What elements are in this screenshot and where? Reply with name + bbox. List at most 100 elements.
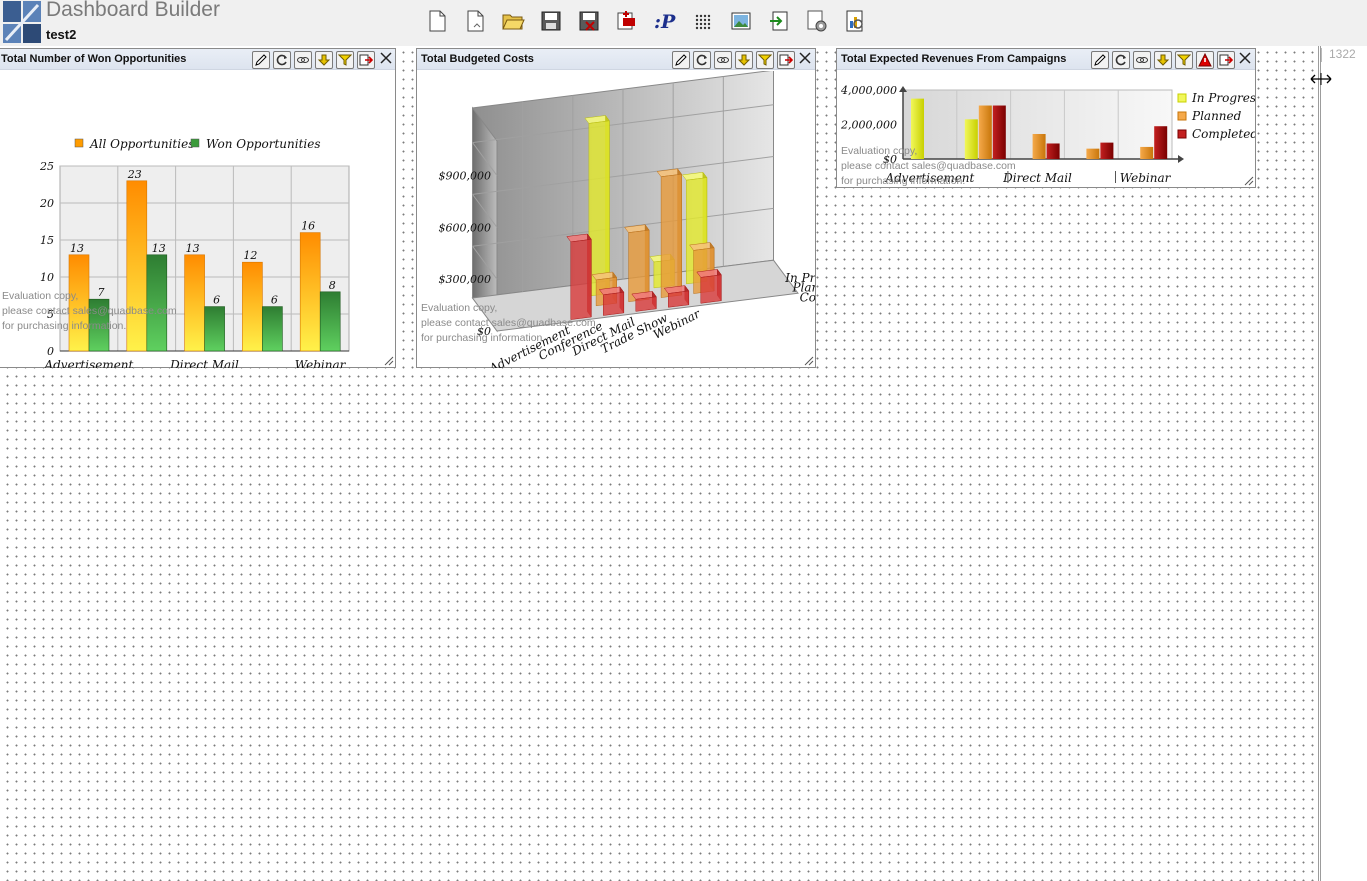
bar <box>635 296 657 312</box>
preview-icon[interactable] <box>842 8 868 34</box>
grid-icon[interactable] <box>690 8 716 34</box>
save-as-icon[interactable] <box>576 8 602 34</box>
bar <box>184 254 205 352</box>
y-tick-label: 20 <box>39 197 54 210</box>
refresh-icon[interactable] <box>273 51 291 69</box>
bar <box>603 291 625 316</box>
close-icon[interactable] <box>1237 50 1253 66</box>
new-icon[interactable] <box>424 8 450 34</box>
chart-panel-expected-revenues[interactable]: Total Expected Revenues From Campaigns $… <box>836 48 1256 188</box>
vertical-ruler[interactable]: 1322 <box>1318 46 1367 881</box>
data-label: 16 <box>301 220 315 233</box>
legend-swatch <box>74 138 84 148</box>
detach-icon[interactable] <box>1217 51 1235 69</box>
parameter-icon[interactable]: :P <box>652 8 678 34</box>
legend-swatch <box>1177 129 1187 139</box>
y-tick-label: 2,000,000 <box>840 119 897 132</box>
bar <box>700 274 722 304</box>
detach-icon[interactable] <box>777 51 795 69</box>
link-icon[interactable] <box>294 51 312 69</box>
bar <box>299 232 321 352</box>
bar <box>668 290 690 308</box>
close-icon[interactable] <box>378 50 394 66</box>
legend-swatch <box>190 138 200 148</box>
save-icon[interactable] <box>538 8 564 34</box>
filter-icon[interactable] <box>1175 51 1193 69</box>
close-icon[interactable] <box>797 50 813 66</box>
evaluation-notice: Evaluation copy, please contact sales@qu… <box>421 302 596 344</box>
ruler-tick <box>1321 48 1324 62</box>
x-tick-label: Advertisement <box>43 358 133 368</box>
panel-title: Total Number of Won Opportunities <box>1 53 187 65</box>
y-tick-label: $600,000 <box>439 221 492 234</box>
bar <box>1046 143 1060 159</box>
panel-header[interactable]: Total Budgeted Costs <box>417 49 815 70</box>
y-tick-label: 10 <box>40 271 54 284</box>
app-header: Dashboard Builder test2 :P <box>0 0 1367 46</box>
drill-down-icon[interactable] <box>1154 51 1172 69</box>
data-label: 6 <box>271 294 278 307</box>
drill-down-icon[interactable] <box>315 51 333 69</box>
settings-icon[interactable] <box>804 8 830 34</box>
legend-label: All Opportunities <box>89 137 194 151</box>
y-tick-label: 15 <box>40 234 54 247</box>
evaluation-notice: Evaluation copy, please contact sales@qu… <box>841 145 1016 187</box>
bar <box>1100 142 1114 159</box>
data-label: 13 <box>152 242 166 255</box>
app-title: Dashboard Builder <box>46 0 220 21</box>
filter-icon[interactable] <box>336 51 354 69</box>
bar <box>1032 133 1046 159</box>
ruler-readout: 1322 <box>1329 47 1356 61</box>
new-from-template-icon[interactable] <box>462 8 488 34</box>
detach-icon[interactable] <box>357 51 375 69</box>
edit-chart-icon[interactable] <box>1091 51 1109 69</box>
bar <box>588 120 610 297</box>
data-label: 23 <box>127 168 142 181</box>
export-icon[interactable] <box>766 8 792 34</box>
data-label: 13 <box>186 242 200 255</box>
data-label: 8 <box>329 279 336 292</box>
data-label: 13 <box>70 242 84 255</box>
drill-down-icon[interactable] <box>735 51 753 69</box>
resize-grip-icon[interactable] <box>804 356 814 366</box>
bar <box>242 261 263 352</box>
evaluation-notice: Evaluation copy, please contact sales@qu… <box>2 290 177 332</box>
refresh-icon[interactable] <box>693 51 711 69</box>
y-tick-label: 0 <box>47 345 54 358</box>
panel-title: Total Expected Revenues From Campaigns <box>841 53 1067 65</box>
chart-panel-won-opportunities[interactable]: Total Number of Won Opportunities All Op… <box>0 48 396 368</box>
legend-label: Planned <box>1191 109 1242 123</box>
y-tick-label: $900,000 <box>439 170 492 183</box>
open-folder-icon[interactable] <box>500 8 526 34</box>
x-tick-label: Direct Mail <box>169 358 239 368</box>
bar <box>1140 146 1154 159</box>
dashboard-builder-window: Dashboard Builder test2 :P 1322 Total Nu… <box>0 0 1367 881</box>
refresh-icon[interactable] <box>1112 51 1130 69</box>
link-icon[interactable] <box>1133 51 1151 69</box>
bar <box>262 306 283 352</box>
bar <box>319 291 341 352</box>
chart-panel-budgeted-costs[interactable]: Total Budgeted Costs $0 $300,000 $600,000 $… <box>416 48 816 368</box>
resize-grip-icon[interactable] <box>384 356 394 366</box>
x-axis-arrow <box>1178 155 1184 163</box>
insert-image-icon[interactable] <box>728 8 754 34</box>
link-icon[interactable] <box>714 51 732 69</box>
add-chart-icon[interactable] <box>614 8 640 34</box>
alert-icon[interactable] <box>1196 51 1214 69</box>
data-label: 6 <box>213 294 220 307</box>
panel-header[interactable]: Total Expected Revenues From Campaigns <box>837 49 1255 70</box>
edit-chart-icon[interactable] <box>252 51 270 69</box>
document-name: test2 <box>46 27 77 42</box>
y-tick-label: $300,000 <box>439 273 492 286</box>
edit-chart-icon[interactable] <box>672 51 690 69</box>
bar <box>660 173 682 298</box>
y-tick-label: 25 <box>39 160 54 173</box>
data-label: 12 <box>243 249 257 262</box>
horizontal-resize-cursor-icon <box>1310 73 1332 85</box>
z-tick-label: Completed <box>800 290 815 304</box>
filter-icon[interactable] <box>756 51 774 69</box>
bar <box>1086 148 1100 159</box>
resize-grip-icon[interactable] <box>1244 176 1254 186</box>
panel-header[interactable]: Total Number of Won Opportunities <box>0 49 395 70</box>
legend-swatch <box>1177 93 1187 103</box>
